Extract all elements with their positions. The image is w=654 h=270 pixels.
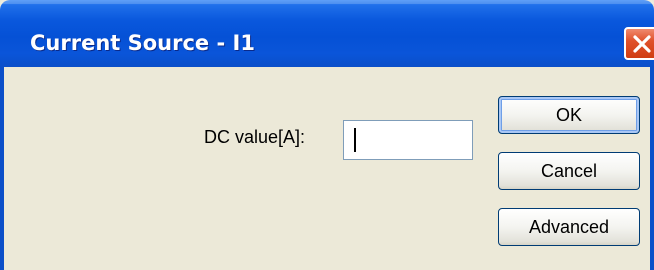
dc-value-label: DC value[A]: [204, 127, 306, 147]
dialog-window: Current Source - I1 DC value[A]: OK Canc… [0, 0, 654, 270]
window-frame-right [650, 67, 654, 270]
dc-value-input[interactable] [344, 121, 472, 159]
title-bar[interactable]: Current Source - I1 [0, 0, 654, 67]
dc-value-field[interactable] [343, 120, 473, 160]
text-caret [354, 128, 356, 152]
ok-button[interactable]: OK [498, 96, 640, 134]
advanced-button[interactable]: Advanced [498, 208, 640, 246]
cancel-button[interactable]: Cancel [498, 152, 640, 190]
window-title: Current Source - I1 [30, 31, 255, 55]
window-frame-left [0, 67, 4, 270]
close-icon [633, 35, 651, 53]
close-button[interactable] [624, 27, 654, 60]
